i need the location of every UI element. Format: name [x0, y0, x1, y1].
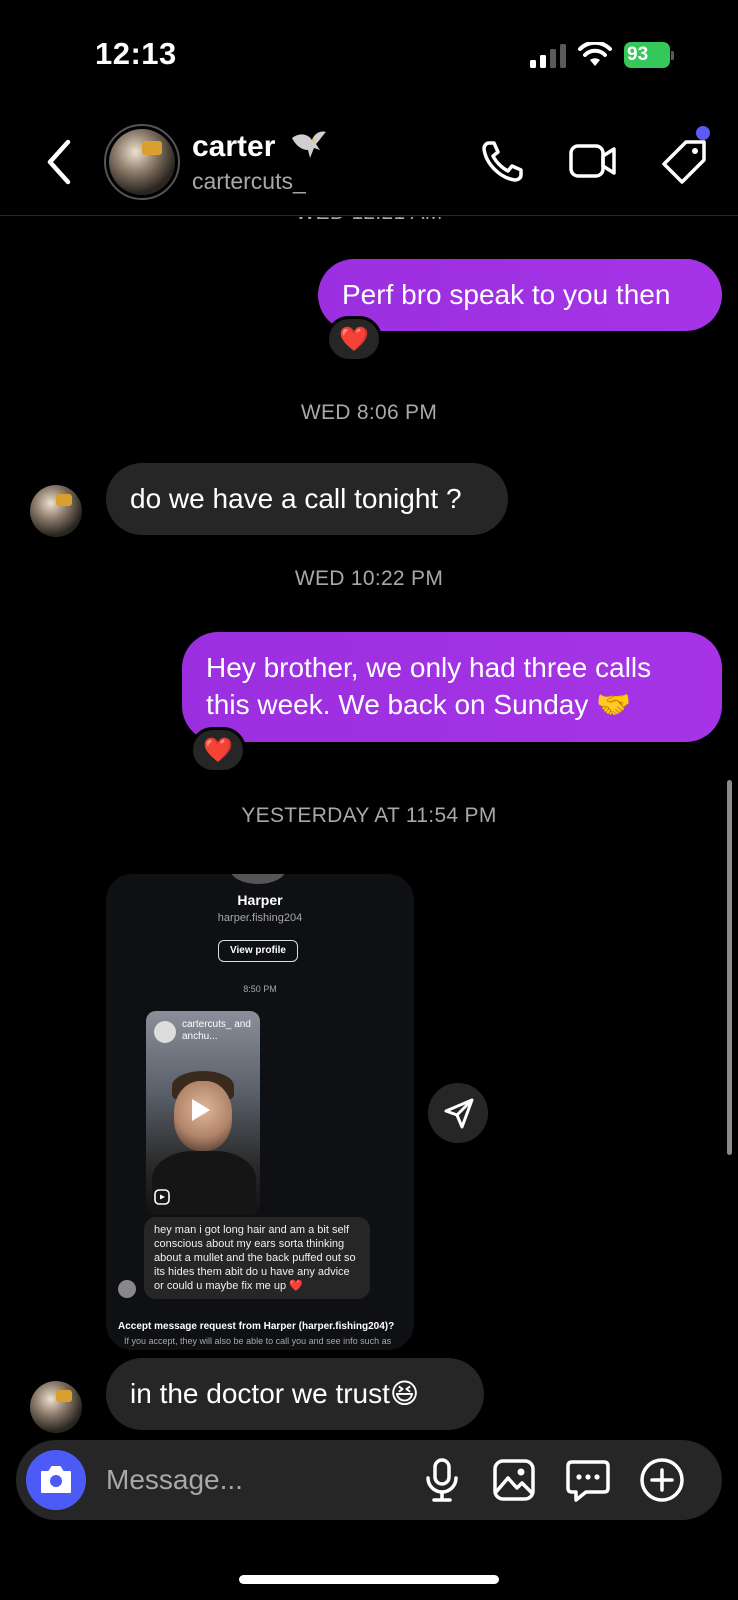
- heart-reaction[interactable]: ❤️: [190, 727, 246, 773]
- contact-avatar-small[interactable]: [30, 485, 82, 537]
- outgoing-message[interactable]: Perf bro speak to you then: [318, 259, 722, 331]
- timestamp: WED 10:22 PM: [294, 567, 444, 590]
- phone-icon[interactable]: [480, 138, 526, 184]
- battery-indicator: 93: [624, 42, 674, 68]
- contact-name[interactable]: carter: [192, 130, 275, 164]
- wifi-icon: [578, 42, 612, 66]
- shared-message: hey man i got long hair and am a bit sel…: [144, 1217, 370, 1299]
- view-profile-button: View profile: [218, 940, 298, 962]
- sticker-icon[interactable]: [564, 1456, 612, 1504]
- timestamp: WED 12:21 AM: [0, 217, 738, 225]
- cellular-signal-icon: [530, 44, 566, 68]
- reel-username: cartercuts_ and anchu...: [182, 1019, 251, 1042]
- eagle-icon: [292, 131, 326, 158]
- status-time: 12:13: [95, 36, 177, 71]
- contact-avatar[interactable]: [104, 124, 180, 200]
- contact-avatar-small[interactable]: [30, 1381, 82, 1433]
- home-indicator[interactable]: [239, 1575, 499, 1584]
- plus-icon[interactable]: [638, 1456, 686, 1504]
- incoming-message[interactable]: do we have a call tonight ?: [106, 463, 508, 535]
- battery-tip: [671, 51, 674, 60]
- outgoing-message[interactable]: Hey brother, we only had three calls thi…: [182, 632, 722, 742]
- timestamp: YESTERDAY AT 11:54 PM: [241, 804, 497, 827]
- shared-message-avatar: [118, 1280, 136, 1298]
- reels-icon: [154, 1189, 170, 1205]
- reel-thumbnail: cartercuts_ and anchu...: [146, 1011, 260, 1215]
- gallery-icon[interactable]: [490, 1456, 538, 1504]
- notification-dot: [696, 126, 710, 140]
- scrollbar[interactable]: [727, 780, 732, 1155]
- shared-timestamp: 8:50 PM: [243, 984, 277, 994]
- accept-request-title: Accept message request from Harper (harp…: [118, 1321, 395, 1332]
- message-thread[interactable]: WED 12:21 AM Perf bro speak to you then …: [0, 217, 738, 1437]
- camera-icon[interactable]: [26, 1450, 86, 1510]
- play-icon: [192, 1099, 210, 1121]
- battery-level: 93: [627, 44, 649, 65]
- reel-avatar: [154, 1021, 176, 1043]
- incoming-message[interactable]: in the doctor we trust😆: [106, 1358, 484, 1430]
- tag-icon[interactable]: [660, 136, 710, 186]
- profile-avatar: [230, 874, 286, 884]
- shared-profile-name: Harper: [237, 892, 283, 908]
- shared-profile-username: harper.fishing204: [217, 912, 303, 924]
- shared-screenshot[interactable]: Harper harper.fishing204 View profile 8:…: [106, 874, 414, 1350]
- share-icon[interactable]: [428, 1083, 488, 1143]
- accept-request-subtitle: If you accept, they will also be able to…: [124, 1336, 392, 1346]
- status-bar: 12:13 93: [0, 0, 738, 110]
- video-icon[interactable]: [568, 138, 618, 184]
- back-button[interactable]: [40, 136, 80, 188]
- message-input[interactable]: [106, 1458, 406, 1502]
- timestamp: WED 8:06 PM: [300, 401, 438, 424]
- chat-header: carter cartercuts_: [0, 110, 738, 216]
- heart-reaction[interactable]: ❤️: [326, 316, 382, 362]
- message-composer: [16, 1440, 722, 1520]
- mic-icon[interactable]: [418, 1456, 466, 1504]
- contact-username[interactable]: cartercuts_: [192, 168, 306, 195]
